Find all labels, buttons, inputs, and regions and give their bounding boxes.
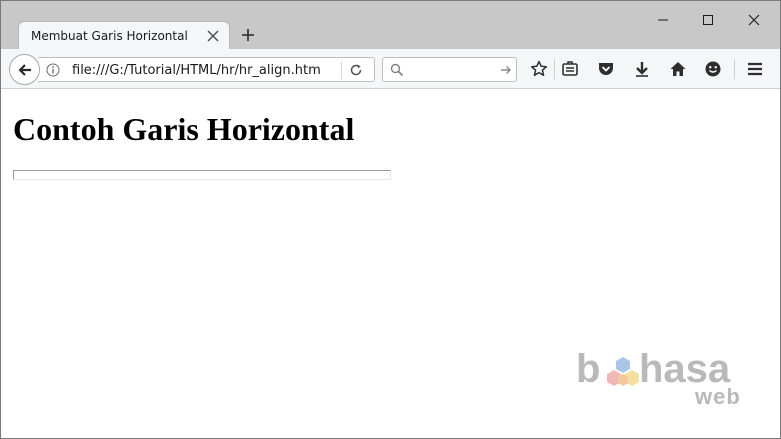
bahasaweb-watermark-logo: b hasa web bbox=[571, 347, 761, 413]
page-content: Contoh Garis Horizontal b hasa web bbox=[1, 89, 780, 438]
reading-list-icon[interactable] bbox=[560, 59, 580, 79]
url-bar[interactable]: file:///G:/Tutorial/HTML/hr/hr_align.htm bbox=[38, 57, 375, 82]
back-arrow-icon bbox=[18, 64, 31, 76]
horizontal-rule bbox=[13, 170, 391, 180]
download-icon[interactable] bbox=[632, 59, 652, 79]
back-button[interactable] bbox=[9, 54, 40, 85]
minimize-icon[interactable] bbox=[653, 10, 673, 30]
search-bar[interactable] bbox=[382, 57, 517, 82]
watermark-text-web: web bbox=[695, 384, 741, 409]
browser-window: Membuat Garis Horizontal file:///G:/Tuto… bbox=[0, 0, 781, 439]
tab-close-icon[interactable] bbox=[207, 30, 219, 42]
search-go-arrow-icon[interactable] bbox=[500, 64, 512, 76]
nav-toolbar: file:///G:/Tutorial/HTML/hr/hr_align.htm bbox=[1, 49, 780, 89]
hexagon-cluster-icon bbox=[607, 357, 639, 386]
url-divider bbox=[341, 62, 342, 79]
toolbar-divider bbox=[554, 59, 555, 79]
search-icon bbox=[390, 63, 404, 77]
browser-tab-active[interactable]: Membuat Garis Horizontal bbox=[18, 21, 230, 50]
bookmark-star-icon[interactable] bbox=[529, 59, 549, 79]
page-heading: Contoh Garis Horizontal bbox=[13, 111, 355, 147]
smiley-feedback-icon[interactable] bbox=[703, 59, 723, 79]
reload-icon[interactable] bbox=[349, 63, 363, 77]
pocket-icon[interactable] bbox=[596, 59, 616, 79]
toolbar-divider bbox=[734, 59, 735, 79]
hamburger-menu-icon[interactable] bbox=[745, 59, 765, 79]
home-icon[interactable] bbox=[668, 59, 688, 79]
new-tab-icon[interactable] bbox=[240, 27, 256, 43]
search-input[interactable] bbox=[409, 61, 489, 78]
tab-title: Membuat Garis Horizontal bbox=[31, 29, 188, 43]
url-text: file:///G:/Tutorial/HTML/hr/hr_align.htm bbox=[72, 63, 321, 78]
info-icon[interactable] bbox=[46, 63, 60, 77]
watermark-text-b: b bbox=[576, 347, 601, 391]
title-bar: Membuat Garis Horizontal bbox=[1, 1, 780, 50]
window-close-icon[interactable] bbox=[744, 10, 764, 30]
maximize-icon[interactable] bbox=[698, 10, 718, 30]
